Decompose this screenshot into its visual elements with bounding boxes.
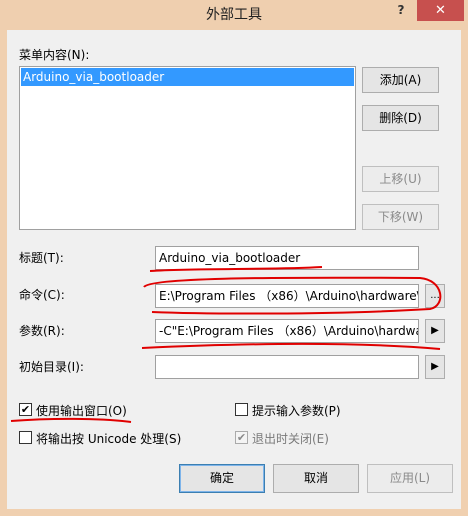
arguments-menu-button[interactable]: ▶ [425,319,445,343]
initial-directory-label: 初始目录(I): [19,360,84,374]
external-tools-dialog: 外部工具 ? ✕ 菜单内容(N): Arduino_via_bootloader… [0,0,468,516]
title-field[interactable]: Arduino_via_bootloader [155,246,419,270]
help-icon[interactable]: ? [386,0,416,20]
apply-button[interactable]: 应用(L) [367,464,453,493]
close-icon[interactable]: ✕ [417,0,464,21]
list-item[interactable]: Arduino_via_bootloader [21,68,354,86]
treat-unicode-checkbox[interactable] [19,431,32,444]
dialog-body: 菜单内容(N): Arduino_via_bootloader 添加(A) 删除… [7,30,461,509]
use-output-window-checkbox[interactable]: ✔ [19,403,32,416]
title-label: 标题(T): [19,251,64,265]
add-button[interactable]: 添加(A) [362,67,439,93]
delete-button[interactable]: 删除(D) [362,105,439,131]
arguments-label: 参数(R): [19,324,65,338]
move-down-button[interactable]: 下移(W) [362,204,439,230]
ok-button[interactable]: 确定 [179,464,265,493]
cancel-button[interactable]: 取消 [273,464,359,493]
treat-unicode-label[interactable]: 将输出按 Unicode 处理(S) [36,430,181,447]
initial-directory-menu-button[interactable]: ▶ [425,355,445,379]
command-label: 命令(C): [19,288,65,302]
menu-contents-label: 菜单内容(N): [19,48,90,62]
use-output-window-label[interactable]: 使用输出窗口(O) [36,402,127,419]
browse-button[interactable]: ... [425,284,445,308]
prompt-arguments-checkbox[interactable] [235,403,248,416]
close-on-exit-label[interactable]: 退出时关闭(E) [252,430,329,447]
move-up-button[interactable]: 上移(U) [362,166,439,192]
menu-contents-list[interactable]: Arduino_via_bootloader [19,66,356,230]
initial-directory-field[interactable] [155,355,419,379]
close-on-exit-checkbox[interactable]: ✔ [235,431,248,444]
arguments-field[interactable]: -C"E:\Program Files （x86）\Arduino\hardwa… [155,319,419,343]
prompt-arguments-label[interactable]: 提示输入参数(P) [252,402,341,419]
title-bar[interactable]: 外部工具 ? ✕ [0,0,468,30]
command-field[interactable]: E:\Program Files （x86）\Arduino\hardware\ [155,284,419,308]
